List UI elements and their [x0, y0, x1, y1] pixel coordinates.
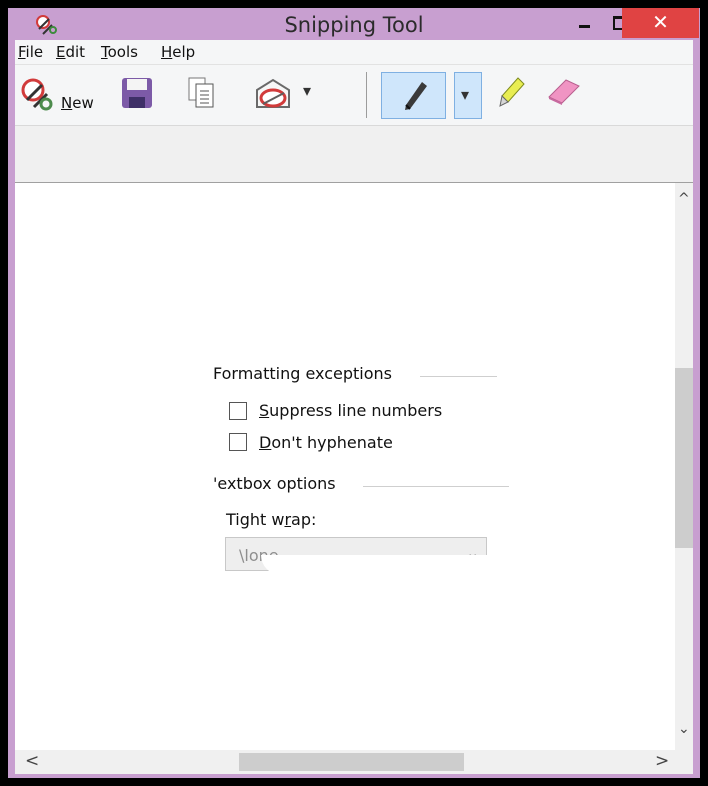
highlighter-button[interactable]: [495, 75, 535, 115]
pen-dropdown-icon: ▾: [461, 85, 470, 104]
highlighter-icon: [499, 77, 525, 107]
menu-file[interactable]: File: [18, 43, 43, 61]
menu-help-label: elp: [172, 43, 196, 61]
send-snip-button[interactable]: ▾: [253, 75, 313, 115]
menu-help[interactable]: Help: [161, 43, 195, 61]
toolbar-separator: [366, 72, 367, 118]
copy-icon: [188, 77, 214, 108]
vertical-scroll-thumb[interactable]: [675, 368, 693, 548]
hyphenate-label-rest: on't hyphenate: [271, 433, 393, 452]
dont-hyphenate-label: Don't hyphenate: [259, 433, 393, 452]
close-icon: ✕: [652, 10, 669, 34]
eraser-button[interactable]: [541, 75, 585, 115]
menu-tools[interactable]: Tools: [101, 43, 138, 61]
resize-grip[interactable]: [675, 750, 693, 774]
menu-edit-label: dit: [65, 43, 86, 61]
client-area: File Edit Tools Help New ▾ ▾ Formatting …: [15, 40, 693, 774]
textbox-options-header: 'extbox options: [213, 474, 336, 493]
suppress-line-numbers-label: Suppress line numbers: [259, 401, 442, 420]
formatting-exceptions-header: Formatting exceptions: [213, 364, 393, 383]
horizontal-scrollbar[interactable]: < >: [15, 750, 693, 774]
tight-wrap-post: ap:: [291, 510, 317, 529]
pen-icon: [405, 82, 427, 110]
new-label-rest: ew: [72, 94, 94, 112]
new-snip-button[interactable]: New: [17, 75, 107, 115]
horizontal-scroll-thumb[interactable]: [239, 753, 464, 771]
dont-hyphenate-checkbox[interactable]: [229, 433, 247, 451]
menu-file-mnemonic: F: [18, 43, 26, 61]
scroll-up-icon[interactable]: ^: [678, 191, 690, 207]
eraser-icon: [548, 79, 580, 105]
menu-tools-mnemonic: T: [101, 43, 108, 61]
suppress-label-rest: uppress line numbers: [269, 401, 443, 420]
menu-help-mnemonic: H: [161, 43, 173, 61]
new-mnemonic: N: [61, 94, 73, 112]
new-label: New: [61, 94, 94, 112]
vertical-scrollbar[interactable]: ^ ⌄: [675, 183, 693, 750]
screen-frame: Snipping Tool ✕ File Edit Tools Help New…: [0, 0, 708, 786]
formatting-group-line: [420, 376, 497, 377]
scroll-down-icon[interactable]: ⌄: [678, 721, 690, 737]
pen-button[interactable]: [381, 72, 446, 119]
send-snip-dropdown-icon: ▾: [303, 81, 312, 100]
snipping-tool-window: Snipping Tool ✕ File Edit Tools Help New…: [8, 8, 700, 778]
tight-wrap-pre: Tight w: [226, 510, 285, 529]
snip-torn-edge: [261, 555, 501, 575]
hyphenate-mnemonic: D: [259, 433, 272, 452]
menu-bar: File Edit Tools Help: [15, 40, 693, 65]
copy-button[interactable]: [183, 75, 223, 115]
scroll-left-icon[interactable]: <: [25, 751, 39, 771]
title-bar[interactable]: Snipping Tool ✕: [8, 8, 700, 40]
suppress-line-numbers-checkbox[interactable]: [229, 402, 247, 420]
scissors-icon: [21, 78, 53, 111]
save-button[interactable]: [119, 75, 159, 115]
menu-edit[interactable]: Edit: [56, 43, 85, 61]
save-icon: [122, 78, 152, 108]
textbox-group-line: [363, 486, 509, 487]
tight-wrap-label: Tight wrap:: [226, 510, 316, 529]
snip-canvas[interactable]: Formatting exceptions Suppress line numb…: [15, 182, 693, 774]
minimize-button[interactable]: [566, 8, 602, 38]
toolbar: New ▾ ▾: [15, 65, 693, 126]
pen-dropdown-button[interactable]: ▾: [454, 72, 482, 119]
suppress-mnemonic: S: [259, 401, 270, 420]
menu-file-label: ile: [25, 43, 44, 61]
scroll-right-icon[interactable]: >: [655, 751, 669, 771]
close-button[interactable]: ✕: [622, 8, 699, 38]
send-snip-icon: [256, 78, 290, 108]
menu-tools-label: ools: [107, 43, 138, 61]
